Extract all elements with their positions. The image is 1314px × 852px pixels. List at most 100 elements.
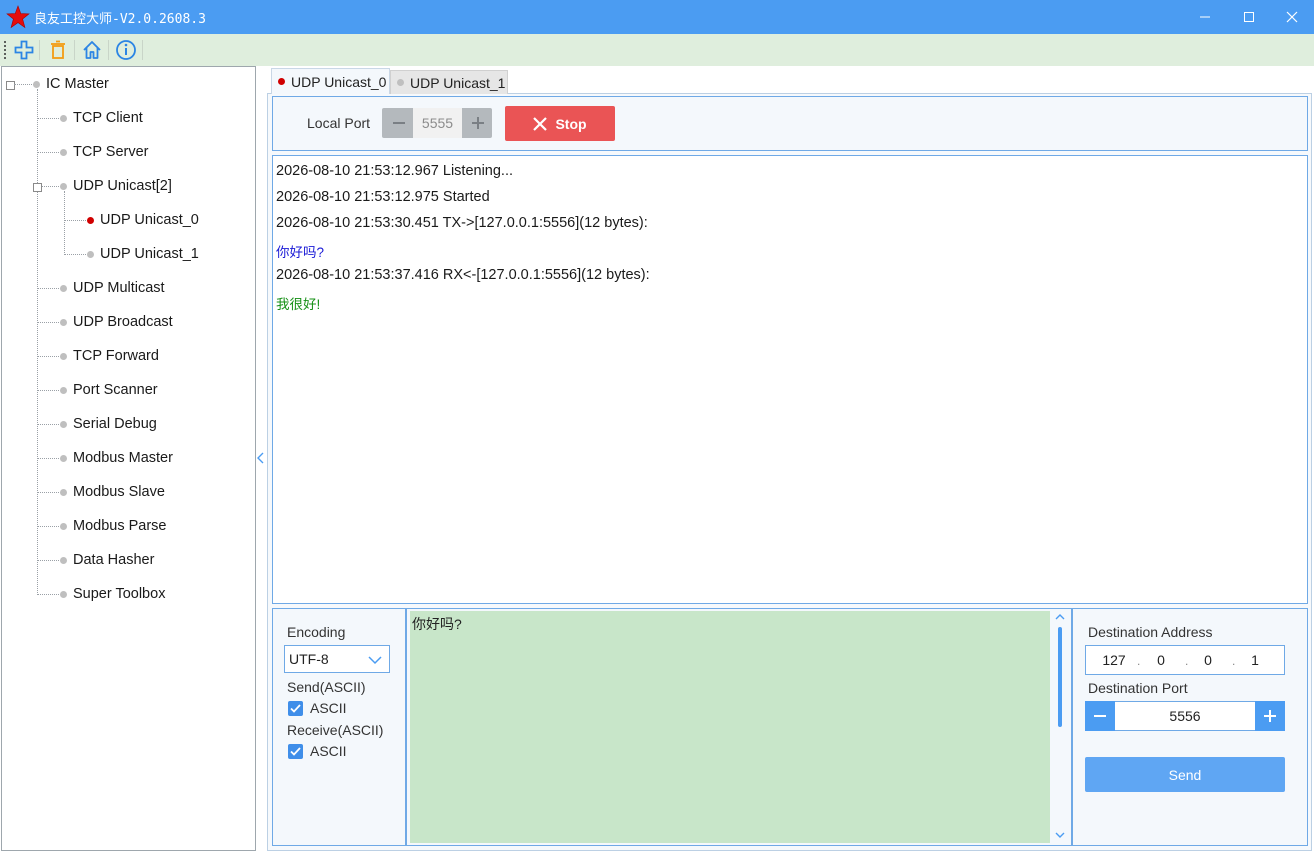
receive-ascii-label: Receive(ASCII) (287, 722, 384, 738)
tree-root-ic-master[interactable]: IC Master (46, 76, 109, 92)
maximize-button[interactable] (1227, 0, 1271, 34)
tree-item-tcp-forward[interactable]: TCP Forward (73, 348, 159, 364)
tree-item-modbus-slave[interactable]: Modbus Slave (73, 484, 165, 500)
tree-connector (37, 118, 59, 119)
ip-dot: . (1185, 654, 1189, 668)
tree-node-dot-icon (60, 523, 67, 530)
add-icon (14, 40, 34, 60)
tree-node-dot-icon (60, 285, 67, 292)
tree-item-data-hasher[interactable]: Data Hasher (73, 552, 154, 568)
tree-node-dot-icon (60, 421, 67, 428)
stop-button[interactable]: Stop (505, 106, 615, 141)
tree-item-port-scanner[interactable]: Port Scanner (73, 382, 158, 398)
message-input[interactable]: 你好吗? (410, 611, 1050, 843)
send-button[interactable]: Send (1085, 757, 1285, 792)
tree-node-dot-icon (60, 183, 67, 190)
tree-item-udp-unicast-0[interactable]: UDP Unicast_0 (100, 212, 199, 228)
close-icon (533, 116, 548, 131)
active-status-dot-icon (278, 78, 285, 85)
tree-item-serial-debug[interactable]: Serial Debug (73, 416, 157, 432)
tree-item-udp-unicast[interactable]: UDP Unicast[2] (73, 178, 172, 194)
chevron-left-icon (257, 452, 264, 464)
dest-port-decrement-button[interactable] (1085, 701, 1115, 731)
add-button[interactable] (11, 38, 37, 62)
local-port-label: Local Port (307, 115, 371, 131)
tree-item-super-toolbox[interactable]: Super Toolbox (73, 586, 165, 602)
port-increment-button[interactable] (462, 108, 493, 138)
udp-unicast-expander-icon[interactable] (33, 183, 42, 192)
active-status-dot-icon (87, 217, 94, 224)
navigation-tree: IC Master TCP Client TCP Server UDP Unic… (1, 66, 256, 851)
toolbar-separator (142, 40, 143, 60)
ip-dot: . (1137, 654, 1141, 668)
tree-connector (64, 191, 65, 255)
tree-node-dot-icon (60, 319, 67, 326)
tree-node-dot-icon (60, 115, 67, 122)
tree-connector (37, 424, 59, 425)
tree-item-tcp-server[interactable]: TCP Server (73, 144, 148, 160)
tab-label: UDP Unicast_0 (291, 73, 387, 90)
log-line-tx: 你好吗? (276, 245, 325, 260)
encoding-select[interactable]: UTF-8 (284, 645, 390, 673)
tree-connector (64, 254, 86, 255)
tree-connector (37, 322, 59, 323)
inactive-status-dot-icon (87, 251, 94, 258)
message-scrollbar[interactable] (1052, 611, 1068, 843)
log-line: 2026-08-10 21:53:37.416 RX<-[127.0.0.1:5… (276, 267, 650, 283)
close-icon (1286, 11, 1298, 23)
local-port-input[interactable]: 5555 (413, 108, 462, 138)
ip-octet-4[interactable]: 1 (1241, 652, 1269, 668)
tree-connector (37, 288, 59, 289)
destination-ip-input[interactable]: 127 . 0 . 0 . 1 (1085, 645, 1285, 675)
send-ascii-checkbox-label: ASCII (310, 700, 347, 716)
info-button[interactable] (113, 38, 139, 62)
tab-label: UDP Unicast_1 (410, 74, 506, 91)
root-expander-icon[interactable] (6, 81, 15, 90)
delete-button[interactable] (45, 38, 71, 62)
tree-item-udp-broadcast[interactable]: UDP Broadcast (73, 314, 173, 330)
toolbar-separator (108, 40, 109, 60)
tab-udp-unicast-1[interactable]: UDP Unicast_1 (390, 70, 508, 94)
red-star-logo-icon (6, 5, 30, 29)
port-decrement-button[interactable] (383, 108, 414, 138)
destination-port-input[interactable]: 5556 (1115, 701, 1255, 731)
toolbar (0, 34, 1314, 66)
log-line: 2026-08-10 21:53:12.967 Listening... (276, 163, 514, 179)
tab-udp-unicast-0[interactable]: UDP Unicast_0 (271, 68, 390, 94)
ip-octet-2[interactable]: 0 (1147, 652, 1175, 668)
tree-connector (14, 84, 34, 85)
minimize-button[interactable] (1183, 0, 1227, 34)
log-output[interactable]: 2026-08-10 21:53:12.967 Listening... 202… (272, 155, 1308, 604)
close-button[interactable] (1270, 0, 1314, 34)
plus-icon (1264, 710, 1276, 722)
tree-item-modbus-parse[interactable]: Modbus Parse (73, 518, 167, 534)
ip-octet-1[interactable]: 127 (1100, 652, 1128, 668)
tree-item-modbus-master[interactable]: Modbus Master (73, 450, 173, 466)
send-ascii-label: Send(ASCII) (287, 679, 366, 695)
toolbar-grip-icon (4, 40, 6, 60)
toolbar-separator (39, 40, 40, 60)
dest-port-increment-button[interactable] (1255, 701, 1285, 731)
ip-dot: . (1232, 654, 1236, 668)
stop-label: Stop (555, 115, 587, 132)
delete-icon (51, 40, 65, 59)
tree-node-dot-icon (60, 557, 67, 564)
collapse-panel-button[interactable] (256, 450, 266, 466)
ip-octet-3[interactable]: 0 (1194, 652, 1222, 668)
receive-ascii-checkbox[interactable] (288, 744, 303, 759)
plus-icon (471, 117, 484, 129)
home-button[interactable] (79, 38, 105, 62)
tree-node-dot-icon (60, 353, 67, 360)
checkmark-icon (290, 747, 301, 756)
tree-item-udp-unicast-1[interactable]: UDP Unicast_1 (100, 246, 199, 262)
tree-item-tcp-client[interactable]: TCP Client (73, 110, 143, 126)
tree-node-dot-icon (60, 387, 67, 394)
minus-icon (1094, 715, 1106, 717)
send-ascii-checkbox[interactable] (288, 701, 303, 716)
tree-connector (37, 458, 59, 459)
tree-item-udp-multicast[interactable]: UDP Multicast (73, 280, 165, 296)
tree-connector (37, 152, 59, 153)
tree-node-dot-icon (60, 489, 67, 496)
tree-node-dot-icon (60, 455, 67, 462)
encoding-label: Encoding (287, 624, 346, 640)
